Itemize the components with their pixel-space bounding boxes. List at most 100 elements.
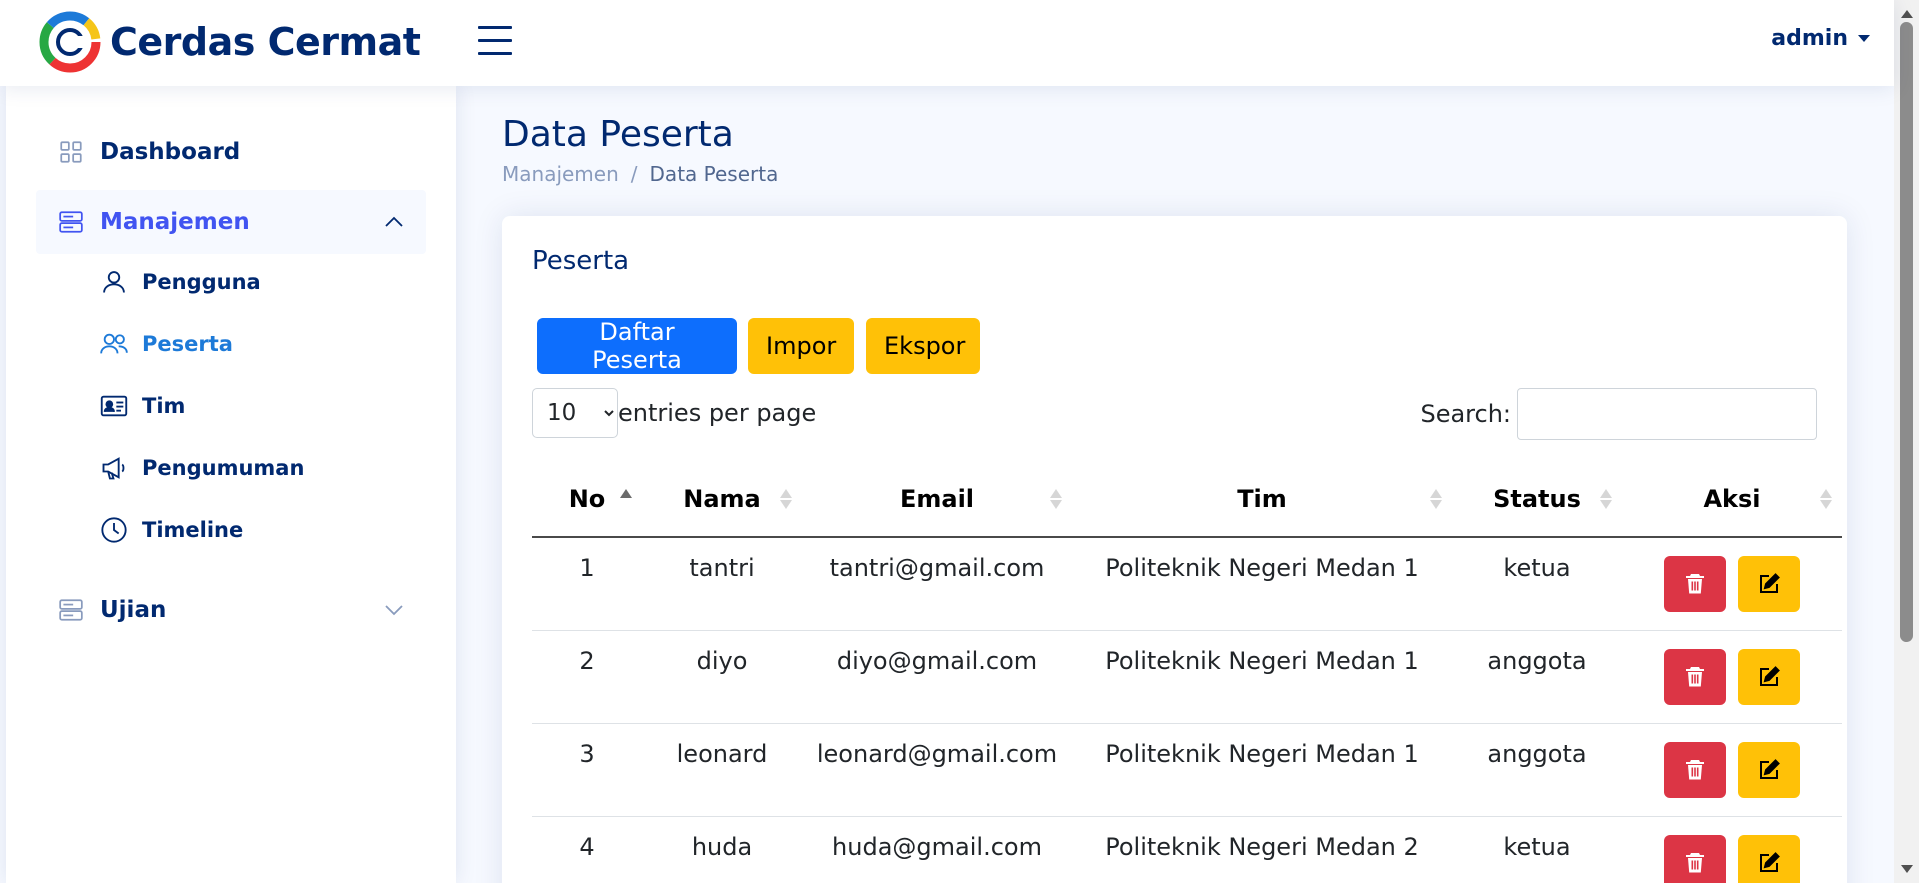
sort-icon (780, 489, 792, 509)
pencil-square-icon (1760, 666, 1780, 686)
column-header-email[interactable]: Email (802, 485, 1072, 513)
brand-name: Cerdas Cermat (110, 20, 421, 64)
cell-tim: Politeknik Negeri Medan 1 (1105, 740, 1419, 768)
delete-button[interactable] (1664, 649, 1726, 705)
sort-icon (1050, 489, 1062, 509)
sort-icon (620, 489, 632, 509)
id-card-icon (100, 395, 128, 417)
cell-nama: tantri (689, 554, 755, 582)
sidebar-sub-label: Pengumuman (142, 456, 305, 480)
scroll-down-icon[interactable] (1901, 865, 1913, 873)
cell-status: anggota (1487, 740, 1587, 768)
cell-nama: diyo (696, 647, 748, 675)
edit-button[interactable] (1738, 556, 1800, 612)
table-body: 1 tantri tantri@gmail.com Politeknik Neg… (532, 538, 1842, 883)
sidebar-item-manajemen[interactable]: Manajemen (36, 190, 426, 254)
cell-no: 3 (579, 740, 595, 768)
sidebar-item-ujian[interactable]: Ujian (36, 578, 426, 642)
person-icon (103, 271, 125, 293)
page-scrollbar[interactable] (1894, 0, 1919, 883)
sidebar-item-label: Manajemen (100, 209, 250, 235)
cell-aksi (1622, 724, 1842, 816)
cell-email: leonard@gmail.com (816, 740, 1058, 768)
column-header-no[interactable]: No (532, 485, 642, 513)
sidebar-item-label: Ujian (100, 597, 167, 623)
server-icon (59, 211, 83, 233)
scrollbar-thumb[interactable] (1900, 22, 1913, 642)
search-input[interactable] (1517, 388, 1817, 440)
top-header: Cerdas Cermat admin (0, 0, 1894, 86)
sidebar-sub-timeline[interactable]: Timeline (100, 510, 243, 550)
column-header-label: Nama (683, 485, 761, 513)
cell-status: ketua (1503, 554, 1571, 582)
page-title: Data Peserta (502, 114, 734, 155)
sidebar-item-dashboard[interactable]: Dashboard (36, 120, 426, 184)
trash-icon (1686, 760, 1704, 780)
column-header-label: Email (899, 485, 975, 513)
table-row: 2 diyo diyo@gmail.com Politeknik Negeri … (532, 631, 1842, 724)
table-header-row: No Nama Email Tim Status Aksi (532, 462, 1842, 538)
breadcrumb: Manajemen / Data Peserta (502, 162, 778, 186)
delete-button[interactable] (1664, 742, 1726, 798)
brand-logo[interactable]: Cerdas Cermat (38, 10, 421, 74)
table-row: 3 leonard leonard@gmail.com Politeknik N… (532, 724, 1842, 817)
chevron-down-icon (385, 605, 403, 616)
entries-per-page-select[interactable]: 10 (532, 388, 618, 438)
cell-aksi (1622, 817, 1842, 883)
ekspor-button[interactable]: Ekspor (866, 318, 980, 374)
edit-button[interactable] (1738, 835, 1800, 883)
cell-tim: Politeknik Negeri Medan 2 (1105, 833, 1419, 861)
chevron-up-icon (385, 216, 403, 227)
sidebar-sub-pengguna[interactable]: Pengguna (100, 262, 261, 302)
grid-icon (60, 141, 82, 163)
search-label: Search: (1420, 400, 1511, 428)
people-icon (100, 333, 128, 354)
impor-button[interactable]: Impor (748, 318, 854, 374)
cell-email: diyo@gmail.com (836, 647, 1038, 675)
cell-email: huda@gmail.com (832, 833, 1042, 861)
sidebar-sub-label: Timeline (142, 518, 244, 542)
caret-down-icon (1858, 35, 1870, 42)
server-icon (59, 599, 83, 621)
menu-icon[interactable] (478, 26, 512, 56)
sidebar-sub-pengumuman[interactable]: Pengumuman (100, 448, 304, 488)
pencil-square-icon (1760, 852, 1780, 872)
column-header-tim[interactable]: Tim (1072, 485, 1452, 513)
cell-aksi (1622, 631, 1842, 723)
clock-icon (101, 517, 127, 543)
breadcrumb-current: Data Peserta (649, 162, 779, 186)
column-header-aksi[interactable]: Aksi (1622, 485, 1842, 513)
user-dropdown[interactable]: admin (1771, 26, 1870, 51)
cell-aksi (1622, 538, 1842, 630)
cell-no: 1 (579, 554, 595, 582)
cell-no: 2 (579, 647, 595, 675)
sidebar-sub-peserta[interactable]: Peserta (100, 324, 233, 364)
peserta-table: No Nama Email Tim Status Aksi 1 tantri t… (532, 462, 1842, 883)
column-header-status[interactable]: Status (1452, 485, 1622, 513)
cell-tim: Politeknik Negeri Medan 1 (1105, 554, 1419, 582)
column-header-label: Status (1493, 485, 1581, 513)
peserta-card: Peserta Daftar Peserta Impor Ekspor 10 e… (502, 216, 1847, 883)
delete-button[interactable] (1664, 835, 1726, 883)
entries-control: 10 entries per page (532, 388, 816, 438)
pencil-square-icon (1760, 573, 1780, 593)
cell-nama: leonard (676, 740, 768, 768)
column-header-nama[interactable]: Nama (642, 485, 802, 513)
entries-label: entries per page (618, 399, 817, 427)
cell-status: anggota (1487, 647, 1587, 675)
cell-no: 4 (579, 833, 595, 861)
sidebar-sub-tim[interactable]: Tim (100, 386, 185, 426)
scroll-up-icon[interactable] (1901, 10, 1913, 18)
delete-button[interactable] (1664, 556, 1726, 612)
user-name: admin (1771, 26, 1848, 51)
breadcrumb-separator: / (630, 162, 638, 186)
breadcrumb-link[interactable]: Manajemen (502, 162, 619, 186)
table-row: 1 tantri tantri@gmail.com Politeknik Neg… (532, 538, 1842, 631)
sidebar-sub-label: Pengguna (142, 270, 261, 294)
edit-button[interactable] (1738, 649, 1800, 705)
daftar-peserta-button[interactable]: Daftar Peserta (537, 318, 737, 374)
card-title: Peserta (532, 246, 630, 276)
cell-email: tantri@gmail.com (829, 554, 1045, 582)
edit-button[interactable] (1738, 742, 1800, 798)
sort-icon (1430, 489, 1442, 509)
